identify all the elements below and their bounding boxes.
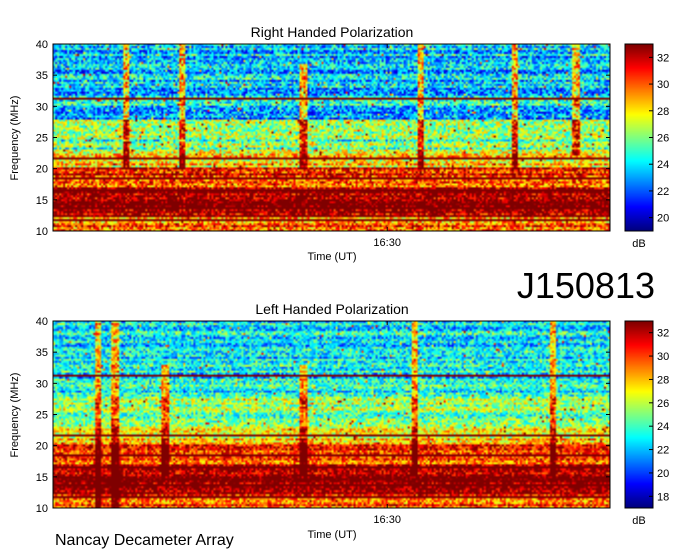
spectrogram-image (53, 44, 610, 231)
colorbar-tick-label: 24 (657, 159, 669, 171)
spectrogram-image (53, 321, 610, 508)
colorbar-tick-label: 20 (657, 468, 669, 480)
panel-title: Left Handed Polarization (255, 301, 408, 317)
y-tick-label: 30 (36, 101, 48, 113)
y-tick-label: 35 (36, 70, 48, 82)
y-tick-label: 20 (36, 164, 48, 176)
y-tick-label: 35 (36, 347, 48, 359)
y-tick-label: 25 (36, 133, 48, 145)
colorbar-tick-label: 26 (657, 398, 669, 410)
colorbar (625, 44, 653, 231)
colorbar (625, 321, 653, 508)
colorbar-tick-label: 30 (657, 351, 669, 363)
panel-title: Right Handed Polarization (251, 24, 414, 40)
y-tick-label: 10 (36, 503, 48, 515)
colorbar-tick-label: 28 (657, 106, 669, 118)
y-tick-label: 10 (36, 226, 48, 238)
observatory-label: Nancay Decameter Array (55, 532, 234, 549)
colorbar-label: dB (632, 515, 645, 527)
left-polarization-panel: Left Handed Polarization 10152025303540 … (9, 301, 669, 541)
x-axis-label: Time (UT) (307, 251, 356, 263)
y-tick-label: 20 (36, 441, 48, 453)
x-tick-label: 16:30 (373, 237, 401, 249)
y-axis-label: Frequency (MHz) (9, 96, 21, 181)
colorbar-tick-label: 26 (657, 133, 669, 145)
colorbar-tick-label: 30 (657, 79, 669, 91)
colorbar-label: dB (632, 238, 645, 250)
x-axis-label: Time (UT) (307, 529, 356, 541)
colorbar-tick-label: 18 (657, 491, 669, 503)
colorbar-tick-label: 32 (657, 328, 669, 340)
colorbar-tick-label: 20 (657, 213, 669, 225)
colorbar-tick-label: 32 (657, 52, 669, 64)
spectrogram-figure: J150813 Nancay Decameter Array Right Han… (9, 24, 669, 549)
event-id-label: J150813 (517, 265, 655, 306)
y-tick-label: 15 (36, 472, 48, 484)
colorbar-tick-label: 22 (657, 445, 669, 457)
right-polarization-panel: Right Handed Polarization 10 15 20 25 30 35 40… (9, 24, 669, 263)
colorbar-tick-label: 24 (657, 421, 669, 433)
x-tick-label: 16:30 (373, 514, 401, 526)
y-tick-label: 15 (36, 195, 48, 207)
y-tick-label: 40 (36, 316, 48, 328)
y-tick-label: 40 (36, 39, 48, 51)
colorbar-tick-label: 28 (657, 374, 669, 386)
y-axis-label: Frequency (MHz) (9, 373, 21, 458)
y-tick-label: 30 (36, 378, 48, 390)
colorbar-tick-label: 22 (657, 186, 669, 198)
y-tick-label: 25 (36, 410, 48, 422)
